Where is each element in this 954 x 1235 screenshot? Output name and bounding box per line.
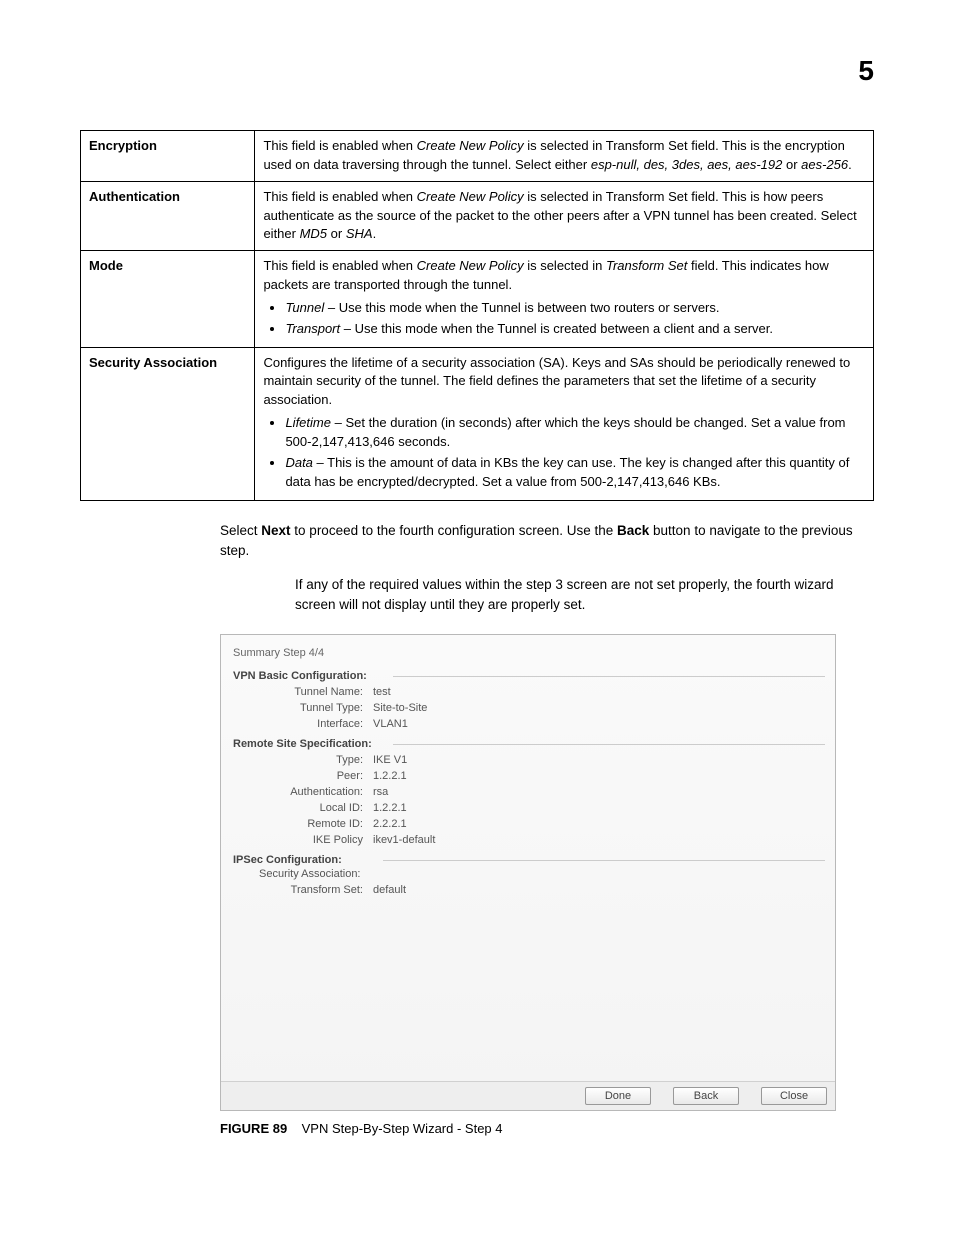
text: Select bbox=[220, 523, 261, 538]
kv-row: Tunnel Name:test bbox=[233, 686, 825, 698]
param-label: Mode bbox=[81, 251, 255, 347]
kv-key: IKE Policy bbox=[233, 834, 373, 846]
page-content: EncryptionThis field is enabled when Cre… bbox=[80, 130, 874, 1136]
paragraph-next-back: Select Next to proceed to the fourth con… bbox=[80, 521, 874, 562]
kv-key: Tunnel Name: bbox=[233, 686, 373, 698]
kv-value: IKE V1 bbox=[373, 754, 407, 766]
wizard-footer: Done Back Close bbox=[221, 1081, 835, 1110]
wizard-body: Summary Step 4/4 VPN Basic Configuration… bbox=[221, 635, 835, 1081]
kv-row: Type:IKE V1 bbox=[233, 754, 825, 766]
wizard-window: Summary Step 4/4 VPN Basic Configuration… bbox=[220, 634, 836, 1111]
kv-key: Transform Set: bbox=[233, 884, 373, 896]
wizard-sections: VPN Basic Configuration: Tunnel Name:test… bbox=[233, 670, 825, 896]
param-description: Configures the lifetime of a security as… bbox=[255, 347, 874, 500]
kv-row: Peer:1.2.2.1 bbox=[233, 770, 825, 782]
text: to proceed to the fourth configuration s… bbox=[291, 523, 617, 538]
kv-value: 2.2.2.1 bbox=[373, 818, 407, 830]
figure-caption: FIGURE 89 VPN Step-By-Step Wizard - Step… bbox=[220, 1121, 874, 1136]
paragraph-note: If any of the required values within the… bbox=[80, 575, 874, 616]
kv-row: IKE Policyikev1-default bbox=[233, 834, 825, 846]
param-label: Authentication bbox=[81, 181, 255, 251]
section-subline: Security Association: bbox=[233, 868, 825, 880]
figure-number: FIGURE 89 bbox=[220, 1121, 287, 1136]
kv-row: Interface:VLAN1 bbox=[233, 718, 825, 730]
figure-title: VPN Step-By-Step Wizard - Step 4 bbox=[302, 1121, 503, 1136]
kv-value: test bbox=[373, 686, 391, 698]
kv-row: Tunnel Type:Site-to-Site bbox=[233, 702, 825, 714]
kv-key: Remote ID: bbox=[233, 818, 373, 830]
next-word: Next bbox=[261, 523, 290, 538]
page-number: 5 bbox=[858, 55, 874, 87]
kv-row: Authentication:rsa bbox=[233, 786, 825, 798]
kv-key: Peer: bbox=[233, 770, 373, 782]
wizard-step-title: Summary Step 4/4 bbox=[233, 645, 825, 662]
section-title: VPN Basic Configuration: bbox=[233, 670, 825, 682]
section-title: Remote Site Specification: bbox=[233, 738, 825, 750]
kv-key: Interface: bbox=[233, 718, 373, 730]
kv-key: Tunnel Type: bbox=[233, 702, 373, 714]
kv-value: VLAN1 bbox=[373, 718, 408, 730]
kv-key: Local ID: bbox=[233, 802, 373, 814]
kv-value: ikev1-default bbox=[373, 834, 435, 846]
kv-row: Remote ID:2.2.2.1 bbox=[233, 818, 825, 830]
kv-key: Authentication: bbox=[233, 786, 373, 798]
param-label: Security Association bbox=[81, 347, 255, 500]
kv-value: rsa bbox=[373, 786, 388, 798]
param-description: This field is enabled when Create New Po… bbox=[255, 181, 874, 251]
param-description: This field is enabled when Create New Po… bbox=[255, 131, 874, 182]
section-title: IPSec Configuration: bbox=[233, 854, 825, 866]
wizard-screenshot: Summary Step 4/4 VPN Basic Configuration… bbox=[220, 634, 874, 1111]
kv-row: Transform Set:default bbox=[233, 884, 825, 896]
kv-key: Type: bbox=[233, 754, 373, 766]
back-word: Back bbox=[617, 523, 649, 538]
done-button[interactable]: Done bbox=[585, 1087, 651, 1105]
kv-value: Site-to-Site bbox=[373, 702, 427, 714]
kv-value: 1.2.2.1 bbox=[373, 802, 407, 814]
param-description: This field is enabled when Create New Po… bbox=[255, 251, 874, 347]
close-button[interactable]: Close bbox=[761, 1087, 827, 1105]
param-label: Encryption bbox=[81, 131, 255, 182]
kv-value: default bbox=[373, 884, 406, 896]
kv-value: 1.2.2.1 bbox=[373, 770, 407, 782]
parameters-table: EncryptionThis field is enabled when Cre… bbox=[80, 130, 874, 501]
kv-row: Local ID:1.2.2.1 bbox=[233, 802, 825, 814]
back-button[interactable]: Back bbox=[673, 1087, 739, 1105]
